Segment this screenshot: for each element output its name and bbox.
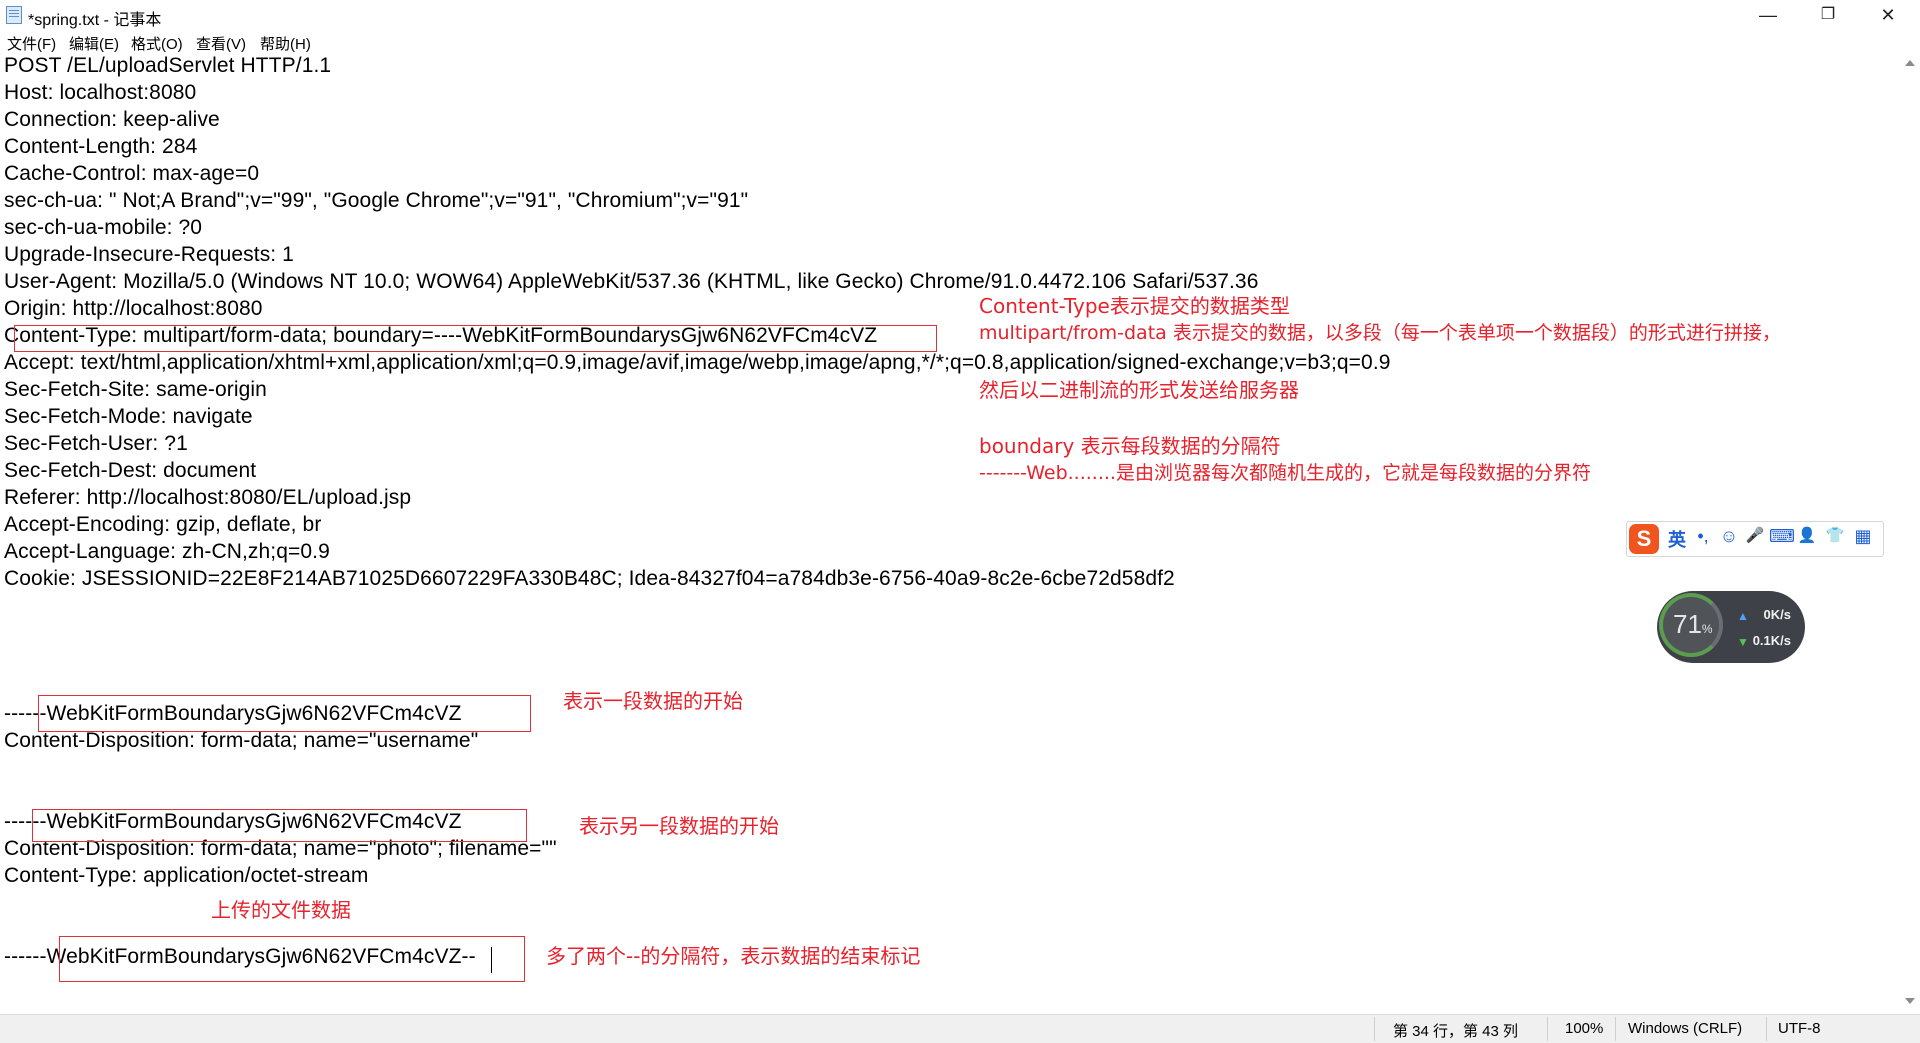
notepad-app-icon	[6, 6, 22, 24]
vertical-scrollbar[interactable]	[1900, 54, 1920, 1014]
annotation-segment-start: 表示一段数据的开始	[563, 689, 743, 713]
text-editor-area[interactable]: POST /EL/uploadServlet HTTP/1.1 Host: lo…	[0, 54, 1900, 1014]
memory-usage-percent: 71%	[1673, 609, 1713, 640]
text-line: Accept: text/html,application/xhtml+xml,…	[4, 351, 1391, 374]
sogou-logo-icon[interactable]: S	[1629, 524, 1659, 554]
ime-toolbar: S 英 •, ☺ 🎤 ⌨ 👤 👕 ▦	[1626, 521, 1884, 557]
text-line: Upgrade-Insecure-Requests: 1	[4, 243, 294, 266]
menu-format[interactable]: 格式(O)	[131, 33, 183, 54]
maximize-button[interactable]: ❐	[1800, 0, 1856, 30]
download-speed: 0.1K/s	[1752, 633, 1791, 648]
text-line: Accept-Encoding: gzip, deflate, br	[4, 513, 322, 536]
window-title: *spring.txt - 记事本	[28, 12, 162, 29]
minimize-button[interactable]: —	[1740, 0, 1796, 30]
percent-value: 71	[1673, 609, 1702, 639]
title-bar: *spring.txt - 记事本 — ❐ ✕	[0, 0, 1920, 30]
menu-help[interactable]: 帮助(H)	[260, 33, 311, 54]
user-icon[interactable]: 👤	[1795, 526, 1819, 544]
text-line: Content-Disposition: form-data; name="us…	[4, 729, 479, 752]
upload-speed: 0K/s	[1763, 607, 1791, 622]
status-divider	[1615, 1017, 1616, 1041]
content-type-highlight-box	[14, 325, 937, 352]
annotation-content-type: Content-Type表示提交的数据类型	[979, 294, 1290, 318]
annotation-boundary-desc: -------Web........是由浏览器每次都随机生成的，它就是每段数据的…	[979, 462, 1591, 484]
text-line: Accept-Language: zh-CN,zh;q=0.9	[4, 540, 330, 563]
download-arrow-icon: ▼	[1737, 635, 1749, 649]
network-speed-widget[interactable]: 71% ▲ ▼ 0K/s 0.1K/s	[1657, 591, 1805, 663]
skin-shirt-icon[interactable]: 👕	[1823, 526, 1847, 544]
boundary-start-highlight-box	[38, 695, 531, 732]
scroll-down-icon[interactable]	[1905, 998, 1915, 1004]
text-line: Content-Type: application/octet-stream	[4, 864, 369, 887]
menu-view[interactable]: 查看(V)	[196, 33, 246, 54]
text-line: Host: localhost:8080	[4, 81, 197, 104]
annotation-uploaded-data: 上传的文件数据	[211, 898, 351, 922]
text-line: Sec-Fetch-User: ?1	[4, 432, 188, 455]
zoom-level: 100%	[1565, 1020, 1604, 1037]
keyboard-icon[interactable]: ⌨	[1769, 526, 1795, 547]
cursor-position: 第 34 行，第 43 列	[1393, 1023, 1519, 1040]
menu-bar: 文件(F) 编辑(E) 格式(O) 查看(V) 帮助(H)	[0, 30, 1920, 54]
annotation-end-marker: 多了两个--的分隔符，表示数据的结束标记	[546, 944, 921, 968]
text-line: Sec-Fetch-Dest: document	[4, 459, 257, 482]
text-line: Sec-Fetch-Mode: navigate	[4, 405, 253, 428]
punctuation-icon[interactable]: •,	[1691, 526, 1715, 547]
annotation-boundary-title: boundary 表示每段数据的分隔符	[979, 434, 1281, 458]
close-button[interactable]: ✕	[1860, 0, 1916, 30]
status-bar: 第 34 行，第 43 列 100% Windows (CRLF) UTF-8	[0, 1014, 1920, 1043]
text-line: Sec-Fetch-Site: same-origin	[4, 378, 267, 401]
text-line: Content-Length: 284	[4, 135, 198, 158]
text-line: Origin: http://localhost:8080	[4, 297, 263, 320]
upload-arrow-icon: ▲	[1737, 609, 1749, 623]
text-line: sec-ch-ua: " Not;A Brand";v="99", "Googl…	[4, 189, 749, 212]
status-divider	[1547, 1017, 1548, 1041]
encoding: UTF-8	[1778, 1020, 1821, 1037]
ime-mode-toggle[interactable]: 英	[1665, 526, 1689, 552]
status-divider	[1766, 1017, 1767, 1041]
annotation-segment-start2: 表示另一段数据的开始	[579, 814, 779, 838]
text-line: Referer: http://localhost:8080/EL/upload…	[4, 486, 412, 509]
microphone-icon[interactable]: 🎤	[1743, 526, 1767, 544]
menu-edit[interactable]: 编辑(E)	[69, 33, 119, 54]
text-line: Connection: keep-alive	[4, 108, 220, 131]
menu-file[interactable]: 文件(F)	[7, 33, 56, 54]
status-divider	[1374, 1017, 1375, 1041]
scroll-up-icon[interactable]	[1905, 60, 1915, 66]
text-line: Cache-Control: max-age=0	[4, 162, 260, 185]
text-line: Cookie: JSESSIONID=22E8F214AB71025D66072…	[4, 567, 1175, 590]
line-ending: Windows (CRLF)	[1628, 1020, 1743, 1037]
boundary-second-highlight-box	[32, 809, 527, 842]
boundary-end-highlight-box	[59, 936, 525, 982]
apps-grid-icon[interactable]: ▦	[1851, 526, 1875, 547]
text-line: sec-ch-ua-mobile: ?0	[4, 216, 203, 239]
text-line: POST /EL/uploadServlet HTTP/1.1	[4, 54, 332, 77]
annotation-multipart: multipart/from-data 表示提交的数据，以多段（每一个表单项一个…	[979, 322, 1781, 344]
emoji-icon[interactable]: ☺	[1717, 526, 1741, 547]
annotation-binary: 然后以二进制流的形式发送给服务器	[979, 378, 1299, 402]
percent-unit: %	[1701, 622, 1713, 636]
